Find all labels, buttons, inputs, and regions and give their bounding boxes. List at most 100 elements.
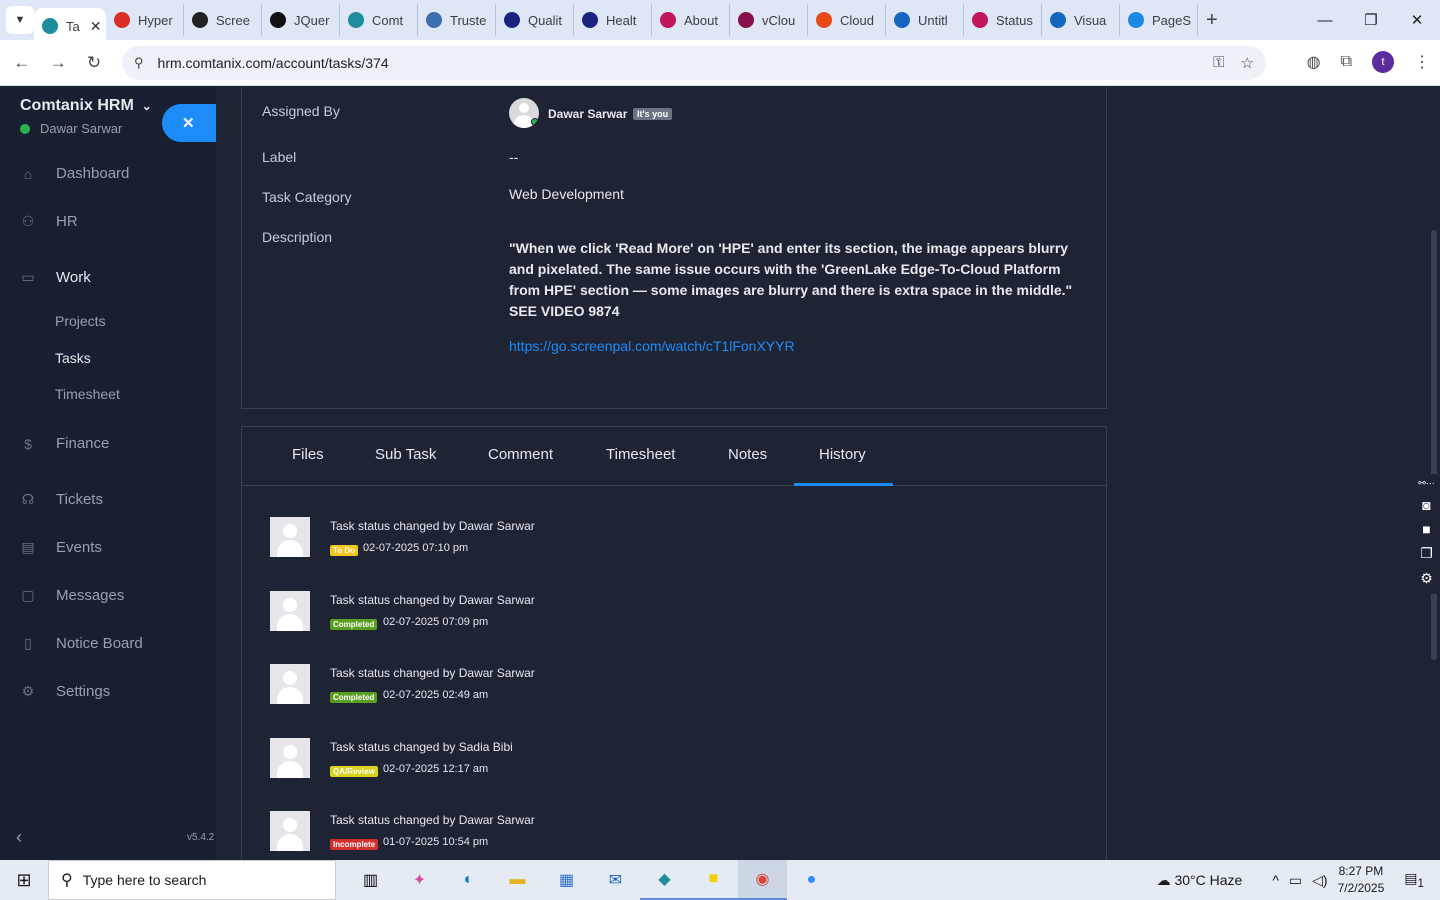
profile-avatar[interactable]: t [1372, 51, 1394, 73]
edge-icon[interactable]: ◐ [444, 860, 493, 900]
label-label: Label [262, 149, 297, 165]
sidebar-item-notice-board[interactable]: ▯ Notice Board [20, 635, 143, 652]
zoom-icon[interactable]: ● [787, 860, 836, 900]
assigned-by-label: Assigned By [262, 103, 340, 119]
sidebar-subitem-tasks[interactable]: Tasks [55, 350, 91, 366]
close-sidebar-button[interactable]: ✕ [162, 104, 222, 142]
browser-tab[interactable]: Comt [340, 4, 418, 36]
copilot-icon[interactable]: ✦ [395, 860, 444, 900]
sidebar-item-tickets[interactable]: ☊ Tickets [20, 491, 103, 508]
chrome-icon[interactable]: ◉ [738, 860, 787, 900]
sidebar-item-dashboard[interactable]: ⌂ Dashboard [20, 165, 130, 182]
app-version: v5.4.2 [187, 832, 215, 843]
browser-tab[interactable]: Qualit [496, 4, 574, 36]
network-icon[interactable]: ▭ [1289, 872, 1302, 889]
video-camera-icon[interactable]: ■ [1422, 521, 1430, 537]
user-avatar [270, 517, 310, 557]
taskbar-clock[interactable]: 8:27 PM 7/2/2025 [1338, 863, 1385, 897]
history-title: Task status changed by Dawar Sarwar [330, 592, 535, 607]
forward-icon[interactable]: → [40, 53, 76, 73]
sidebar-subitem-timesheet[interactable]: Timesheet [55, 386, 120, 402]
browser-tab[interactable]: Status [964, 4, 1042, 36]
browser-tab[interactable]: Visua [1042, 4, 1120, 36]
assigner-name[interactable]: Dawar Sarwar [548, 107, 627, 121]
sticky-notes-icon[interactable]: ■ [689, 860, 738, 900]
tab-search-button[interactable]: ▼ [6, 6, 34, 34]
file-explorer-icon[interactable]: ▬ [493, 860, 542, 900]
site-info-icon[interactable]: ⚲ [134, 55, 144, 71]
tab-files[interactable]: Files [292, 446, 324, 463]
store-icon[interactable]: ▦ [542, 860, 591, 900]
sidebar-item-settings[interactable]: ⚙ Settings [20, 683, 110, 700]
browser-tab[interactable]: Hyper [106, 4, 184, 36]
chevron-up-icon[interactable]: ^ [1272, 872, 1279, 888]
close-window-icon[interactable]: ✕ [1394, 0, 1440, 40]
mail-icon[interactable]: ✉ [591, 860, 640, 900]
sidebar-item-work[interactable]: ▭ Work [20, 269, 91, 286]
tab-title: About [684, 12, 718, 28]
minimize-icon[interactable]: — [1302, 0, 1348, 40]
gear-icon[interactable]: ⚙ [1420, 570, 1433, 587]
browser-tab[interactable]: Scree [184, 4, 262, 36]
tab-history[interactable]: History [819, 446, 866, 463]
browser-tab[interactable]: PageS [1120, 4, 1198, 36]
reload-icon[interactable]: ↻ [76, 53, 112, 73]
status-badge: Completed [330, 618, 378, 630]
tab-title: JQuer [294, 12, 330, 28]
tab-sub-task[interactable]: Sub Task [375, 446, 436, 463]
app-diamond-icon[interactable]: ◆ [640, 860, 689, 900]
tab-comment[interactable]: Comment [488, 446, 553, 463]
browser-tab[interactable]: Healt [574, 4, 652, 36]
link-icon[interactable]: ⚯⋯ [1418, 478, 1435, 489]
sidebar-username: Dawar Sarwar [40, 121, 123, 136]
weather-widget[interactable]: ☁ 30°C Haze [1157, 872, 1243, 889]
browser-tab[interactable]: vClou [730, 4, 808, 36]
tab-favicon-icon [894, 12, 910, 28]
history-title: Task status changed by Sadia Bibi [330, 739, 513, 754]
briefcase-icon: ▭ [21, 269, 35, 285]
sidebar-item-events[interactable]: ▤ Events [20, 539, 101, 556]
brand-name: Comtanix HRM [20, 97, 134, 114]
bookmark-star-icon[interactable]: ☆ [1241, 54, 1254, 72]
video-link[interactable]: https://go.screenpal.com/watch/cT1lFonXY… [509, 338, 795, 354]
tab-notes[interactable]: Notes [728, 446, 767, 463]
page-scrollbar[interactable] [1431, 230, 1437, 660]
collapse-sidebar-icon[interactable]: ‹ [16, 827, 22, 848]
key-icon[interactable]: ⚿ [1213, 54, 1224, 72]
extensions-icon[interactable]: ⧉ [1341, 53, 1352, 71]
url-bar[interactable]: ⚲ hrm.comtanix.com/account/tasks/374 ⚿ ☆ [122, 46, 1266, 80]
task-view-icon[interactable]: ▥ [346, 860, 395, 900]
tab-title: Cloud [840, 12, 874, 28]
browser-tab[interactable]: Untitl [886, 4, 964, 36]
sidebar-item-finance[interactable]: $ Finance [20, 435, 109, 452]
sidebar-item-hr[interactable]: ⚇ HR [20, 213, 78, 230]
weather-icon: ☁ [1156, 871, 1175, 888]
sidebar-item-messages[interactable]: ▢ Messages [20, 587, 124, 604]
browser-tab[interactable]: Ta ✕ [34, 8, 106, 44]
browser-tab[interactable]: Truste [418, 4, 496, 36]
camera-icon[interactable]: ◙ [1422, 497, 1430, 513]
close-tab-icon[interactable]: ✕ [90, 18, 102, 35]
browser-tab[interactable]: Cloud [808, 4, 886, 36]
volume-icon[interactable]: ◁) [1312, 872, 1327, 889]
tab-timesheet[interactable]: Timesheet [606, 446, 675, 463]
maximize-icon[interactable]: ❐ [1348, 0, 1394, 40]
browser-tab[interactable]: JQuer [262, 4, 340, 36]
browser-menu-icon[interactable]: ⋮ [1414, 52, 1430, 72]
taskbar-search[interactable]: ⚲ Type here to search [48, 860, 336, 900]
sidebar-subitem-projects[interactable]: Projects [55, 313, 106, 329]
tab-favicon-icon [816, 12, 832, 28]
translate-icon[interactable]: ◍ [1307, 52, 1321, 72]
assigner-avatar [509, 98, 539, 128]
system-tray: ☁ 30°C Haze ^ ▭ ◁) 8:27 PM 7/2/2025 ▤1 [1157, 860, 1440, 900]
brand-title[interactable]: Comtanix HRM ⌄ [20, 97, 152, 115]
sidebar-item-label: Work [56, 269, 91, 286]
notifications-icon[interactable]: ▤1 [1404, 870, 1424, 890]
browser-tab[interactable]: About [652, 4, 730, 36]
back-icon[interactable]: ← [4, 53, 40, 73]
task-details-card: Assigned By Dawar Sarwar It's you Label … [241, 87, 1107, 409]
tab-title: Visua [1074, 12, 1107, 28]
new-tab-button[interactable]: + [1206, 9, 1218, 32]
copy-icon[interactable]: ❐ [1420, 545, 1433, 562]
windows-start-icon[interactable]: ⊞ [0, 860, 48, 900]
